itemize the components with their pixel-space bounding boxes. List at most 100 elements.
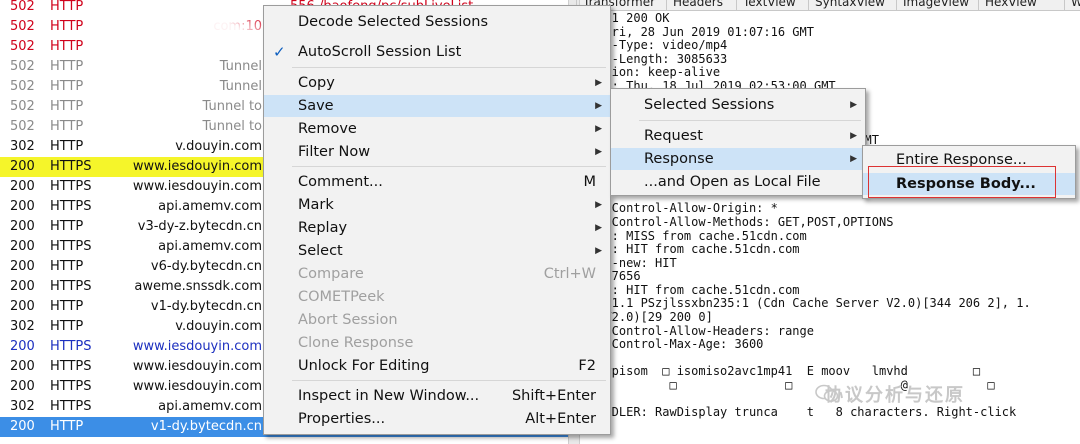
menu-item-autoscroll-session-list[interactable]: ✓ AutoScroll Session List bbox=[264, 41, 610, 63]
menu-item-label: Mark bbox=[298, 197, 334, 213]
session-protocol: HTTPS bbox=[50, 379, 92, 394]
raw-line: ent-Length: 3085633 bbox=[590, 51, 728, 66]
menu-item-label: COMETPeek bbox=[298, 289, 385, 305]
session-result-code: 200 bbox=[10, 359, 35, 374]
menu-item-label: Clone Response bbox=[298, 335, 414, 351]
menu-item-clone-response[interactable]: Clone Response bbox=[264, 332, 610, 354]
annotation-highlight-box bbox=[868, 166, 1056, 198]
menu-separator bbox=[292, 380, 606, 381]
session-protocol: HTTP bbox=[50, 139, 84, 154]
menu-item-copy[interactable]: Copy ▶ bbox=[264, 72, 610, 94]
menu-item-replay[interactable]: Replay ▶ bbox=[264, 217, 610, 239]
raw-line: ss-Control-Allow-Methods: GET,POST,OPTIO… bbox=[590, 214, 894, 229]
raw-line: r V2.0)[29 200 0] bbox=[590, 310, 713, 325]
menu-item-shortcut: Ctrl+W bbox=[543, 266, 596, 282]
raw-line: ftypisom □ isomiso2avc1mp41 E moov lmvhd… bbox=[590, 364, 981, 379]
menu-item-label: Selected Sessions bbox=[644, 97, 775, 113]
session-protocol: HTTP bbox=[50, 319, 84, 334]
raw-line: ent-Type: video/mp4 bbox=[590, 38, 728, 53]
tab-textview[interactable]: TextView bbox=[736, 0, 802, 10]
raw-line: ss-Control-Allow-Headers: range bbox=[590, 323, 814, 338]
tab-imageview[interactable]: ImageView bbox=[896, 0, 975, 10]
menu-item-shortcut: Alt+Enter bbox=[525, 411, 596, 427]
session-result-code: 200 bbox=[10, 259, 35, 274]
menu-item-unlock-for-editing[interactable]: Unlock For Editing F2 bbox=[264, 355, 610, 377]
chevron-right-icon: ▶ bbox=[595, 147, 602, 157]
session-protocol: HTTPS bbox=[50, 179, 92, 194]
session-protocol: HTTP bbox=[50, 59, 84, 74]
menu-item-remove[interactable]: Remove ▶ bbox=[264, 118, 610, 140]
tab-hexview[interactable]: HexView bbox=[978, 0, 1043, 10]
menu-item-comment[interactable]: Comment... M bbox=[264, 171, 610, 193]
session-host: www.iesdouyin.com bbox=[132, 379, 262, 394]
session-host: www.iesdouyin.com bbox=[132, 179, 262, 194]
session-result-code: 502 bbox=[10, 99, 35, 114]
tab-web[interactable]: Web bbox=[1064, 0, 1080, 10]
session-protocol: HTTP bbox=[50, 219, 84, 234]
session-host: v.douyin.com bbox=[175, 319, 262, 334]
session-host: aweme.snssdk.com bbox=[134, 279, 262, 294]
menu-item-label: Decode Selected Sessions bbox=[298, 14, 489, 30]
session-protocol: HTTPS bbox=[50, 279, 92, 294]
save-item-request[interactable]: Request ▶ bbox=[611, 125, 865, 147]
chevron-right-icon: ▶ bbox=[595, 124, 602, 134]
session-protocol: HTTPS bbox=[50, 399, 92, 414]
menu-separator bbox=[292, 166, 606, 167]
session-protocol: HTTP bbox=[50, 259, 84, 274]
session-host: www.iesdouyin.com bbox=[132, 159, 262, 174]
tab-syntaxview[interactable]: SyntaxView bbox=[808, 0, 891, 10]
check-icon: ✓ bbox=[273, 43, 286, 61]
menu-item-compare[interactable]: Compare Ctrl+W bbox=[264, 263, 610, 285]
menu-item-cometpeek[interactable]: COMETPeek bbox=[264, 286, 610, 308]
chevron-right-icon: ▶ bbox=[850, 100, 857, 110]
save-item-and-open-as-local-file[interactable]: ...and Open as Local File bbox=[611, 171, 865, 193]
save-submenu[interactable]: Selected Sessions ▶ Request ▶ Response ▶ ...an… bbox=[610, 88, 866, 196]
menu-item-label: Request bbox=[644, 128, 703, 144]
menu-item-abort-session[interactable]: Abort Session bbox=[264, 309, 610, 331]
session-result-code: 200 bbox=[10, 159, 35, 174]
raw-line bbox=[590, 352, 1031, 366]
session-result-code: 200 bbox=[10, 219, 35, 234]
session-context-menu[interactable]: Decode Selected Sessions ✓ AutoScroll Sess… bbox=[263, 5, 611, 435]
menu-item-inspect-in-new-window[interactable]: Inspect in New Window... Shift+Enter bbox=[264, 385, 610, 407]
tab-headers[interactable]: Headers bbox=[666, 0, 729, 10]
chevron-right-icon: ▶ bbox=[595, 101, 602, 111]
menu-item-label: Comment... bbox=[298, 174, 383, 190]
raw-line: FIDDLER: RawDisplay trunca t 8 character… bbox=[590, 405, 1017, 420]
raw-line: che: HIT from cache.51cdn.com bbox=[590, 282, 800, 297]
menu-item-properties[interactable]: Properties... Alt+Enter bbox=[264, 408, 610, 430]
menu-item-label: Unlock For Editing bbox=[298, 358, 430, 374]
raw-line: ss-Control-Allow-Origin: * bbox=[590, 201, 778, 216]
session-protocol: HTTPS bbox=[50, 359, 92, 374]
session-host: v1-dy.bytecdn.cn bbox=[150, 419, 262, 434]
menu-item-save[interactable]: Save ▶ bbox=[264, 95, 610, 117]
menu-item-label: Filter Now bbox=[298, 144, 371, 160]
menu-item-label: Copy bbox=[298, 75, 335, 91]
session-host: Tunnel to bbox=[202, 99, 262, 114]
menu-item-decode-selected-sessions[interactable]: Decode Selected Sessions bbox=[264, 11, 610, 33]
session-protocol: HTTPS bbox=[50, 159, 92, 174]
session-host: v.douyin.com bbox=[175, 139, 262, 154]
session-result-code: 502 bbox=[10, 19, 35, 34]
menu-item-label: Response bbox=[644, 151, 714, 167]
session-protocol: HTTP bbox=[50, 19, 84, 34]
menu-item-filter-now[interactable]: Filter Now ▶ bbox=[264, 141, 610, 163]
session-protocol: HTTP bbox=[50, 79, 84, 94]
menu-item-mark[interactable]: Mark ▶ bbox=[264, 194, 610, 216]
save-item-selected-sessions[interactable]: Selected Sessions ▶ bbox=[611, 94, 865, 116]
raw-line: ection: keep-alive bbox=[590, 65, 721, 80]
session-result-code: 200 bbox=[10, 379, 35, 394]
redaction-blur bbox=[115, 10, 275, 54]
menu-item-label: Remove bbox=[298, 121, 357, 137]
raw-line: che-new: HIT bbox=[590, 255, 677, 270]
menu-item-select[interactable]: Select ▶ bbox=[264, 240, 610, 262]
chevron-right-icon: ▶ bbox=[595, 78, 602, 88]
chevron-right-icon: ▶ bbox=[850, 154, 857, 164]
session-protocol: HTTPS bbox=[50, 239, 92, 254]
session-result-code: 200 bbox=[10, 199, 35, 214]
save-item-response[interactable]: Response ▶ bbox=[611, 148, 865, 170]
raw-line: a: 1.1 PSzjlssxbn235:1 (Cdn Cache Server… bbox=[590, 296, 1031, 311]
menu-item-label: AutoScroll Session List bbox=[298, 44, 462, 60]
session-host: Tunnel bbox=[219, 59, 262, 74]
menu-item-shortcut: Shift+Enter bbox=[511, 388, 596, 404]
